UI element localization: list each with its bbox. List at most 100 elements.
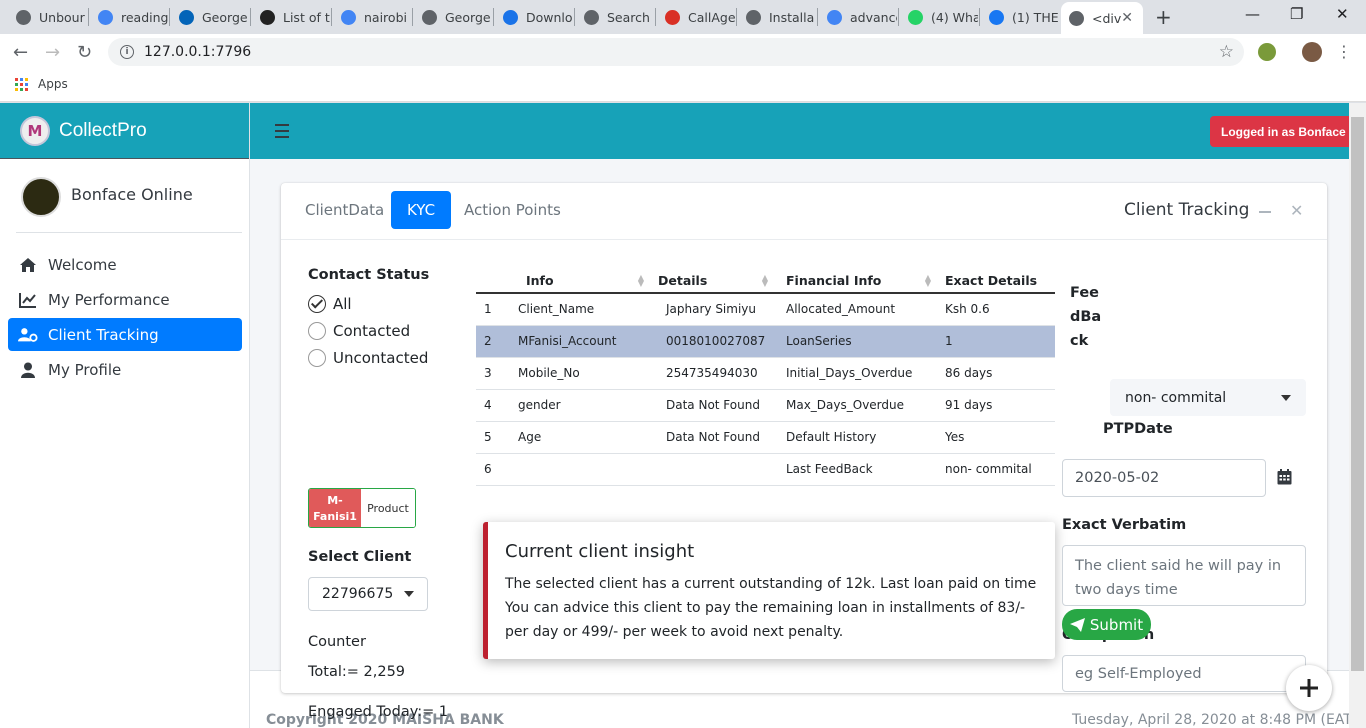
sidebar-item-my-profile[interactable]: My Profile bbox=[8, 353, 242, 386]
sidebar-item-label: My Profile bbox=[48, 360, 122, 379]
occupation-input[interactable]: eg Self-Employed bbox=[1062, 655, 1306, 692]
extension-icon[interactable] bbox=[1258, 43, 1276, 61]
apps-bookmark[interactable]: Apps bbox=[38, 77, 68, 91]
table-cell: Mobile_No bbox=[510, 357, 650, 390]
counter-label: Counter bbox=[308, 634, 366, 650]
browser-tab[interactable]: (4) Wha bbox=[900, 3, 978, 31]
radio-all[interactable]: All bbox=[308, 295, 352, 313]
sort-icon[interactable]: ▲ ▼ bbox=[925, 274, 931, 288]
radio-button[interactable] bbox=[308, 349, 326, 367]
maximize-button[interactable]: ❐ bbox=[1290, 5, 1303, 23]
profile-avatar[interactable] bbox=[1302, 42, 1322, 62]
info-icon[interactable]: i bbox=[120, 45, 134, 59]
table-cell: 0018010027087 bbox=[650, 325, 774, 358]
tab-kyc[interactable]: KYC bbox=[391, 191, 452, 229]
table-cell: Data Not Found bbox=[650, 389, 774, 422]
insight-body: The selected client has a current outsta… bbox=[505, 576, 1037, 640]
browser-tab[interactable]: CallAge bbox=[657, 3, 735, 31]
browser-tab[interactable]: Installa bbox=[738, 3, 816, 31]
table-header-row: Info ▲ ▼ Details ▲ ▼ Financial Info ▲ ▼ Exact … bbox=[476, 268, 1055, 294]
table-cell: 2 bbox=[476, 325, 510, 358]
table-row[interactable]: 5 Age Data Not Found Default History Yes bbox=[476, 421, 1055, 454]
calendar-icon[interactable] bbox=[1277, 469, 1292, 489]
browser-tab[interactable]: Downlo bbox=[495, 3, 573, 31]
table-row[interactable]: 1 Client_Name Japhary Simiyu Allocated_Amou… bbox=[476, 293, 1055, 326]
radio-contacted[interactable]: Contacted bbox=[308, 322, 410, 340]
tab-action-points[interactable]: Action Points bbox=[449, 191, 576, 229]
brand-name: CollectPro bbox=[59, 119, 147, 141]
logged-in-badge[interactable]: Logged in as Bonface bbox=[1210, 116, 1357, 147]
apps-grid-icon[interactable] bbox=[15, 78, 28, 91]
table-cell: MFanisi_Account bbox=[510, 325, 650, 358]
tab-separator bbox=[88, 8, 89, 26]
browser-tab[interactable]: List of t bbox=[252, 3, 330, 31]
browser-menu-icon[interactable]: ⋮ bbox=[1336, 42, 1352, 61]
client-select[interactable]: 22796675 bbox=[308, 577, 428, 611]
radio-button[interactable] bbox=[308, 295, 326, 313]
window-close-button[interactable]: ✕ bbox=[1336, 5, 1349, 23]
sidebar-item-welcome[interactable]: Welcome bbox=[8, 248, 242, 281]
tab-clientdata[interactable]: ClientData bbox=[290, 191, 399, 229]
globe-icon bbox=[422, 9, 437, 25]
sidebar-item-client-tracking[interactable]: Client Tracking bbox=[8, 318, 242, 351]
minimize-button[interactable]: — bbox=[1245, 5, 1260, 23]
tab-title: Downlo bbox=[526, 9, 573, 25]
add-fab-button[interactable] bbox=[1286, 665, 1332, 711]
globe-icon bbox=[16, 9, 31, 25]
omnibox[interactable]: i 127.0.0.1:7796 ☆ bbox=[108, 38, 1244, 66]
browser-tab[interactable]: (1) THE bbox=[981, 3, 1059, 31]
table-cell: non- commital bbox=[937, 453, 1055, 486]
column-header-exact-details[interactable]: Exact Details bbox=[937, 268, 1055, 294]
user-name[interactable]: Bonface Online bbox=[71, 185, 193, 204]
browser-tab[interactable]: George bbox=[414, 3, 492, 31]
browser-tab[interactable]: nairobi bbox=[333, 3, 411, 31]
browser-tab[interactable]: Search bbox=[576, 3, 654, 31]
verbatim-textarea[interactable]: The client said he will pay in two days … bbox=[1062, 545, 1306, 606]
sort-icon[interactable]: ▲ ▼ bbox=[762, 274, 768, 288]
kyc-table: Info ▲ ▼ Details ▲ ▼ Financial Info ▲ ▼ Exact … bbox=[476, 268, 1055, 486]
table-row[interactable]: 2 MFanisi_Account 0018010027087 LoanSeries 1 bbox=[476, 325, 1055, 358]
radio-uncontacted[interactable]: Uncontacted bbox=[308, 349, 428, 367]
tab-separator bbox=[898, 8, 899, 26]
scrollbar-thumb[interactable] bbox=[1351, 117, 1364, 671]
ptp-date-input[interactable]: 2020-05-02 bbox=[1062, 459, 1266, 497]
product-button[interactable]: Product bbox=[361, 489, 415, 527]
back-button[interactable]: ← bbox=[13, 42, 28, 63]
submit-button[interactable]: Submit bbox=[1062, 609, 1151, 640]
page-scrollbar[interactable] bbox=[1349, 103, 1366, 728]
download-icon bbox=[503, 9, 518, 25]
column-header-info[interactable]: Info ▲ ▼ bbox=[510, 268, 650, 294]
sort-icon[interactable]: ▲ ▼ bbox=[638, 274, 644, 288]
collapse-icon[interactable] bbox=[1259, 211, 1271, 213]
brand-link[interactable]: M CollectPro bbox=[0, 103, 249, 159]
reload-button[interactable]: ↻ bbox=[77, 42, 92, 63]
table-row[interactable]: 4 gender Data Not Found Max_Days_Overdue 91 … bbox=[476, 389, 1055, 422]
radio-button[interactable] bbox=[308, 322, 326, 340]
feedback-select[interactable]: non- commital bbox=[1110, 379, 1306, 416]
sidebar-item-my-performance[interactable]: My Performance bbox=[8, 283, 242, 316]
url-text[interactable]: 127.0.0.1:7796 bbox=[144, 44, 251, 60]
browser-tab[interactable]: reading bbox=[90, 3, 168, 31]
table-row[interactable]: 6 Last FeedBack non- commital bbox=[476, 453, 1055, 486]
table-cell: Allocated_Amount bbox=[774, 293, 937, 326]
outlook-icon bbox=[179, 9, 194, 25]
user-icon bbox=[18, 362, 38, 378]
sidebar: M CollectPro Bonface Online Welcome My P… bbox=[0, 103, 250, 728]
bookmark-star-icon[interactable]: ☆ bbox=[1219, 42, 1234, 62]
new-tab-button[interactable]: + bbox=[1155, 5, 1172, 29]
close-icon[interactable]: ✕ bbox=[1290, 201, 1303, 220]
column-header-financial-info[interactable]: Financial Info ▲ ▼ bbox=[774, 268, 937, 294]
table-cell bbox=[510, 453, 650, 486]
browser-tab[interactable]: George bbox=[171, 3, 249, 31]
browser-tab-active[interactable]: <div ✕ bbox=[1061, 2, 1143, 34]
column-header-details[interactable]: Details ▲ ▼ bbox=[650, 268, 774, 294]
table-cell: Default History bbox=[774, 421, 937, 454]
product-m-fanisi-button[interactable]: M-Fanisi1 bbox=[309, 489, 361, 527]
forward-button[interactable]: → bbox=[45, 42, 60, 63]
browser-tab[interactable]: advance bbox=[819, 3, 897, 31]
hamburger-menu-icon[interactable] bbox=[275, 124, 289, 142]
table-row[interactable]: 3 Mobile_No 254735494030 Initial_Days_Overd… bbox=[476, 357, 1055, 390]
browser-tab[interactable]: Unbour bbox=[8, 3, 86, 31]
whatsapp-icon bbox=[908, 9, 923, 25]
close-icon[interactable]: ✕ bbox=[1121, 10, 1133, 26]
